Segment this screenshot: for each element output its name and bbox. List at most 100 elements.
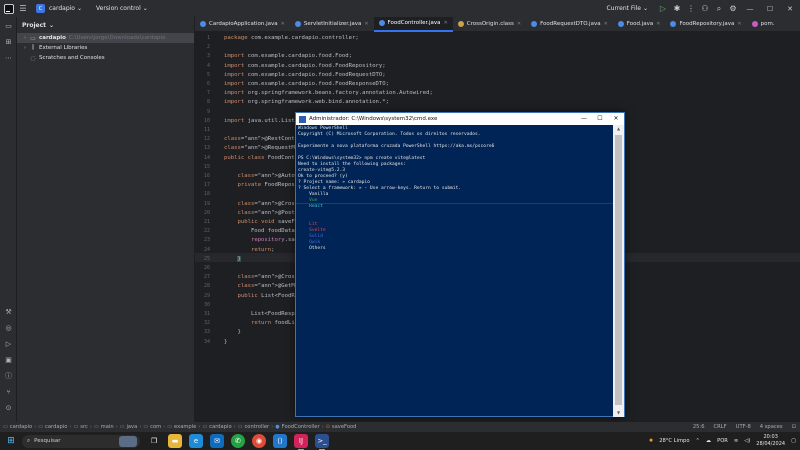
breadcrumb-item[interactable]: java <box>126 424 137 430</box>
git-icon[interactable]: ⑂ <box>3 387 14 398</box>
project-panel-header[interactable]: Project ⌄ <box>17 17 194 33</box>
file-explorer-icon[interactable]: ▬ <box>168 434 182 448</box>
breadcrumb-item[interactable]: cardapio <box>209 424 231 430</box>
folder-icon[interactable]: ▭ <box>3 21 14 32</box>
problems-icon[interactable]: ⓘ <box>3 371 14 382</box>
code-line[interactable]: return; <box>224 247 275 253</box>
breadcrumb-item[interactable]: controller <box>244 424 269 430</box>
scroll-thumb[interactable] <box>615 135 622 405</box>
weather-icon[interactable]: ✹ <box>649 438 653 444</box>
editor-tab[interactable]: Food.java ✕ <box>613 17 666 32</box>
terminal-icon[interactable]: ▣ <box>3 355 14 366</box>
debug-icon[interactable]: ✱ <box>670 2 684 16</box>
edge-icon[interactable]: e <box>189 434 203 448</box>
people-icon[interactable]: ⚇ <box>698 2 712 16</box>
settings-icon[interactable]: ⚙ <box>726 2 740 16</box>
code-line[interactable]: } <box>224 255 241 262</box>
more-icon[interactable]: ⋮ <box>684 2 698 16</box>
code-line[interactable]: import com.example.cardapio.food.Food; <box>224 53 352 59</box>
minimize-icon[interactable]: — <box>740 5 760 13</box>
editor-tab[interactable]: FoodController.java ✕ <box>373 16 453 32</box>
terminal-app-icon[interactable]: >_ <box>315 434 329 450</box>
windows-start-icon[interactable]: ⊞ <box>4 434 18 448</box>
code-line[interactable]: import org.springframework.web.bind.anno… <box>224 99 389 105</box>
main-menu-icon[interactable]: ☰ <box>16 2 30 16</box>
play-icon[interactable]: ▷ <box>3 339 14 350</box>
breadcrumb-item[interactable]: src <box>80 424 88 430</box>
intellij-icon[interactable]: IJ <box>294 434 308 450</box>
code-line[interactable]: public class FoodCont <box>224 155 295 161</box>
code-line[interactable]: private FoodRepos <box>224 182 294 188</box>
notification-icon[interactable]: ▢ <box>791 438 796 444</box>
terminal-window[interactable]: Administrador: C:\Windows\system32\cmd.e… <box>295 112 625 417</box>
terminal-output[interactable]: Windows PowerShell Copyright (C) Microsof… <box>296 125 614 417</box>
code-line[interactable]: } <box>224 329 240 335</box>
vcs-selector[interactable]: Version control ⌄ <box>96 5 148 12</box>
code-line[interactable]: return foodLi <box>224 320 295 326</box>
breadcrumb-item[interactable]: FoodController <box>282 424 320 430</box>
code-line[interactable]: package com.example.cardapio.controller; <box>224 35 359 41</box>
file-encoding[interactable]: UTF-8 <box>736 424 751 430</box>
project-badge[interactable]: C <box>36 4 45 13</box>
run-config-selector[interactable]: Current File ⌄ <box>606 5 648 12</box>
editor-tab[interactable]: ServletInitializer.java ✕ <box>290 17 374 32</box>
terminal-title-bar[interactable]: Administrador: C:\Windows\system32\cmd.e… <box>296 113 624 125</box>
tree-item[interactable]: ◌ Scratches and Consoles <box>17 53 194 63</box>
weather-text[interactable]: 28°C Limpo <box>659 438 689 444</box>
chevron-right-icon[interactable]: › <box>21 45 29 51</box>
code-line[interactable]: import com.example.cardapio.food.FoodRes… <box>224 81 389 87</box>
breadcrumb-item[interactable]: saveFood <box>332 424 357 430</box>
whatsapp-icon[interactable]: ✆ <box>231 434 245 448</box>
close-icon[interactable]: ✕ <box>608 113 624 125</box>
structure-icon[interactable]: ⊞ <box>3 37 14 48</box>
chevron-right-icon[interactable]: › <box>21 35 29 41</box>
code-line[interactable]: repository.sa <box>224 237 295 243</box>
language-indicator[interactable]: POR <box>717 438 728 444</box>
code-line[interactable]: import java.util.List <box>224 118 295 124</box>
editor-tab[interactable]: FoodRequestDTO.java ✕ <box>526 17 613 32</box>
breadcrumb-item[interactable]: com <box>150 424 161 430</box>
vscode-icon[interactable]: ⟨⟩ <box>273 434 287 448</box>
code-line[interactable]: Food foodData <box>224 228 295 234</box>
close-tab-icon[interactable]: ✕ <box>281 21 285 27</box>
close-tab-icon[interactable]: ✕ <box>737 21 741 27</box>
build-icon[interactable]: ⚒ <box>3 307 14 318</box>
editor-tab[interactable]: FoodRepository.java ✕ <box>665 17 746 32</box>
task-view-icon[interactable]: ❐ <box>147 434 161 448</box>
search-icon[interactable]: ⌕ <box>712 2 726 16</box>
code-line[interactable]: import com.example.cardapio.food.FoodRep… <box>224 63 386 69</box>
lock-icon[interactable]: ⊡ <box>792 424 796 430</box>
project-selector[interactable]: cardapio ⌄ <box>49 5 82 12</box>
code-line[interactable]: public void saveF <box>224 219 294 225</box>
code-line[interactable]: public List<FoodR <box>224 293 294 299</box>
tree-item[interactable]: › ▭ cardapio C:\Users\jorge\Downloads\carda… <box>17 33 194 43</box>
wifi-icon[interactable]: ≋ <box>734 438 738 444</box>
chrome-icon[interactable]: ◉ <box>252 434 266 448</box>
scroll-down-icon[interactable]: ▼ <box>613 409 624 417</box>
cursor-position[interactable]: 25:6 <box>693 424 705 430</box>
run-icon[interactable]: ▷ <box>656 2 670 16</box>
line-separator[interactable]: CRLF <box>714 424 727 430</box>
close-tab-icon[interactable]: ✕ <box>364 21 368 27</box>
run-icon[interactable]: ◎ <box>3 323 14 334</box>
clock[interactable]: 20:03 28/04/2024 <box>756 434 785 448</box>
onedrive-icon[interactable]: ☁ <box>706 438 711 444</box>
editor-tab[interactable]: CardapioApplication.java ✕ <box>195 17 290 32</box>
taskbar-search[interactable]: ⌕ Pesquisar <box>22 434 140 448</box>
close-icon[interactable]: ✕ <box>780 5 800 13</box>
code-line[interactable]: import com.example.cardapio.food.FoodReq… <box>224 72 386 78</box>
close-tab-icon[interactable]: ✕ <box>656 21 660 27</box>
volume-icon[interactable]: ◁) <box>744 438 750 444</box>
maximize-icon[interactable]: ☐ <box>760 5 780 13</box>
code-line[interactable]: List<FoodResp <box>224 311 295 317</box>
indent-setting[interactable]: 4 spaces <box>760 424 783 430</box>
todo-icon[interactable]: ⊙ <box>3 403 14 414</box>
code-line[interactable]: } <box>224 339 227 345</box>
breadcrumb-item[interactable]: example <box>174 424 196 430</box>
terminal-scrollbar[interactable]: ▲ ▼ <box>613 125 624 417</box>
editor-tab[interactable]: CrossOrigin.class ✕ <box>453 17 526 32</box>
close-tab-icon[interactable]: ✕ <box>444 20 448 26</box>
close-tab-icon[interactable]: ✕ <box>604 21 608 27</box>
maximize-icon[interactable]: ☐ <box>592 113 608 125</box>
editor-tab[interactable]: pom. <box>747 17 780 32</box>
